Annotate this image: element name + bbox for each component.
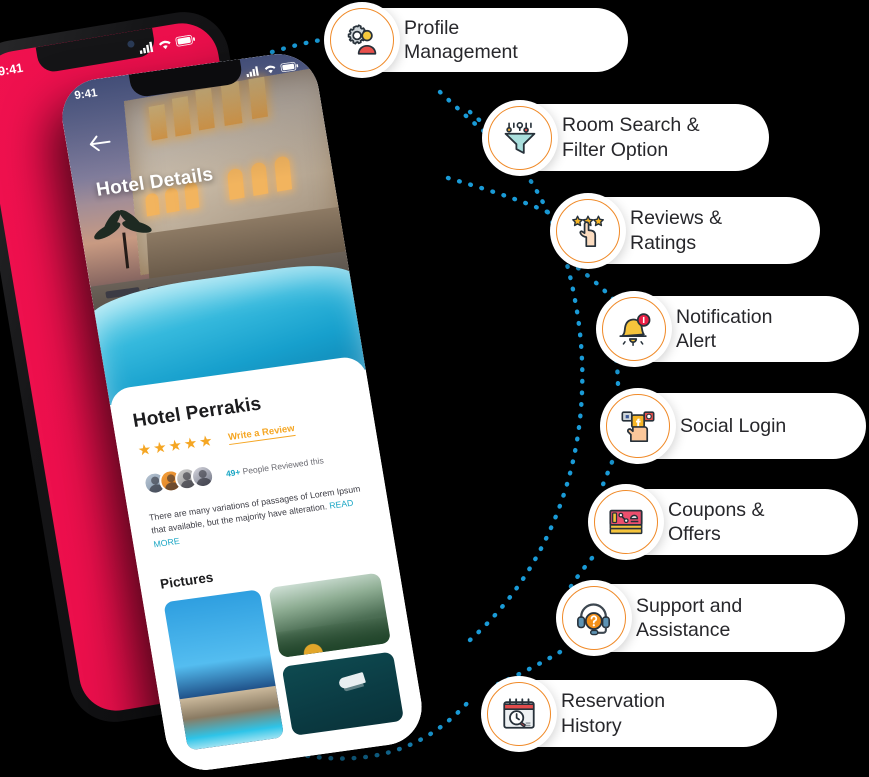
bell-badge-icon [619, 313, 651, 347]
status-icons-front [245, 60, 299, 78]
pictures-gallery [163, 573, 405, 751]
arc-branch-3 [575, 265, 617, 303]
cellular-bars-icon [246, 66, 259, 78]
feature-badge [588, 484, 664, 560]
feature-pill-coupons-offers[interactable]: Coupons & Offers [588, 484, 858, 560]
feature-pill-notification-alert[interactable]: Notification Alert [596, 291, 859, 367]
battery-icon [280, 61, 299, 72]
feature-badge [600, 388, 676, 464]
feature-label: Reviews & Ratings [630, 207, 723, 254]
infographic-canvas: 9:41 9:41 Hotel Details Hotel Perrakis ★… [0, 0, 869, 777]
badge-ring [594, 490, 658, 554]
feature-badge [596, 291, 672, 367]
feature-label: Room Search & Filter Option [562, 114, 700, 161]
back-arrow-icon [89, 135, 111, 152]
feature-label: Support and Assistance [636, 594, 743, 641]
status-time-back: 9:41 [0, 60, 25, 79]
headset-question-icon [577, 603, 611, 636]
feature-badge [482, 99, 558, 176]
feature-label: Reservation History [561, 690, 666, 737]
reviewed-suffix: People Reviewed this [239, 454, 325, 477]
stars-hand-icon [572, 215, 605, 247]
coupon-ticket-icon [609, 509, 643, 535]
feature-badge [550, 192, 626, 269]
hotel-hero-image [56, 49, 366, 406]
badge-ring [562, 586, 626, 650]
picture-thumbnail[interactable] [281, 651, 405, 737]
badge-ring [556, 198, 620, 263]
hotel-description: There are many variations of passages of… [148, 482, 371, 552]
feature-label: Social Login [680, 414, 787, 437]
feature-pill-support-assistance[interactable]: Support and Assistance [556, 580, 845, 656]
feature-badge [481, 675, 557, 752]
status-icons-back [138, 33, 196, 54]
feature-pill-profile-management[interactable]: Profile Management [324, 2, 628, 78]
feature-pill-reservation-history[interactable]: Reservation History [481, 675, 777, 752]
feature-label: Coupons & Offers [668, 498, 765, 545]
star-rating: ★★★★★ [136, 432, 216, 460]
badge-ring [330, 8, 394, 72]
badge-ring [488, 105, 552, 170]
feature-badge [556, 580, 632, 656]
badge-ring [602, 297, 666, 361]
pictures-right-column [268, 573, 405, 737]
arc-main-right [467, 109, 585, 643]
feature-label: Profile Management [404, 16, 518, 63]
hero-overlay [56, 49, 366, 406]
reviewed-count-text: 49+ People Reviewed this [225, 455, 324, 478]
feature-pill-social-login[interactable]: Social Login [600, 388, 866, 464]
picture-thumbnail[interactable] [268, 573, 392, 659]
picture-thumbnail[interactable] [163, 589, 285, 751]
feature-badge [324, 2, 400, 78]
feature-pill-room-search-filter[interactable]: Room Search & Filter Option [482, 99, 769, 176]
social-cards-hand-icon [621, 411, 655, 443]
badge-ring [606, 394, 670, 458]
status-time-front: 9:41 [73, 87, 99, 103]
battery-icon [175, 34, 196, 47]
arc-branch-2 [445, 175, 569, 225]
feature-label: Notification Alert [676, 305, 773, 352]
back-button[interactable] [87, 134, 111, 153]
reviewer-avatars [141, 463, 216, 497]
gear-user-icon [347, 24, 377, 55]
badge-ring [487, 681, 551, 746]
feature-pill-reviews-ratings[interactable]: Reviews & Ratings [550, 192, 820, 269]
write-review-link[interactable]: Write a Review [227, 422, 296, 445]
calendar-clock-icon [503, 697, 535, 729]
wifi-icon [264, 65, 276, 74]
cellular-bars-icon [139, 41, 154, 54]
wifi-icon [158, 40, 171, 49]
arc-branch-4 [613, 357, 621, 395]
funnel-filter-icon [504, 121, 536, 154]
